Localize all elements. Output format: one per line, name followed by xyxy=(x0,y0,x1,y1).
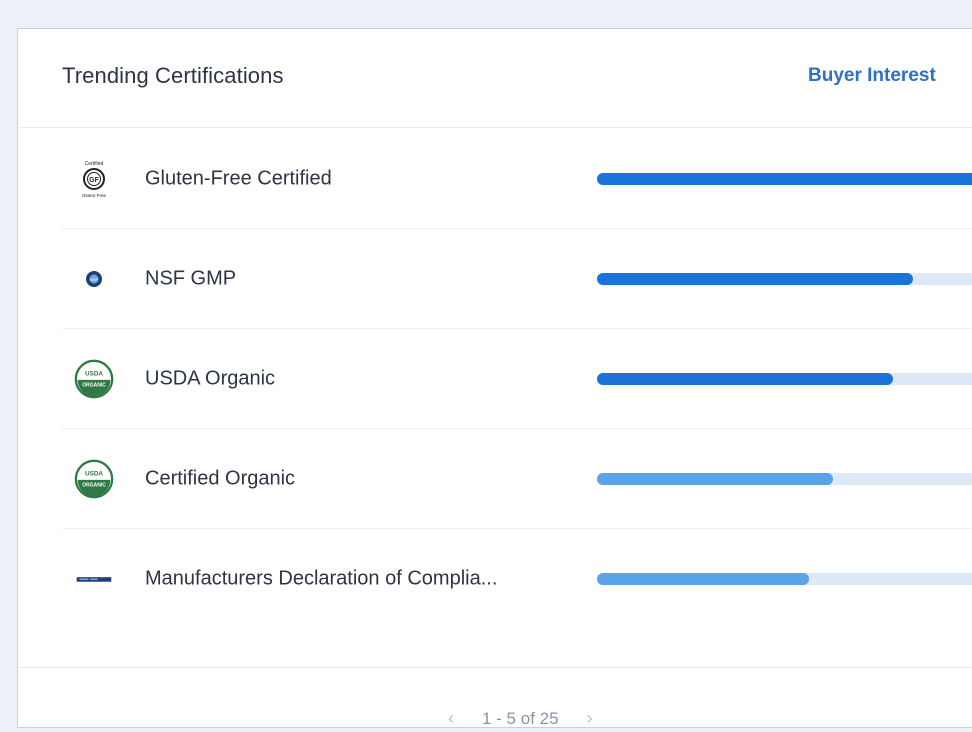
svg-text:Certified: Certified xyxy=(85,161,104,167)
certification-label: NSF GMP xyxy=(145,267,237,289)
svg-text:USDA: USDA xyxy=(85,470,103,477)
gluten-free-icon: Certified GF Gluten-Free xyxy=(74,159,114,199)
pagination-range: 1 - 5 of 25 xyxy=(482,708,559,728)
interest-bar xyxy=(597,472,972,485)
declaration-icon xyxy=(74,559,114,599)
certification-label: Certified Organic xyxy=(145,467,296,489)
svg-text:GF: GF xyxy=(89,177,99,184)
svg-text:ORGANIC: ORGANIC xyxy=(82,382,106,388)
buyer-interest-link[interactable]: Buyer Interest xyxy=(808,65,936,87)
certification-label: Gluten-Free Certified xyxy=(145,167,332,189)
interest-bar-fill xyxy=(597,572,809,585)
usda-organic-icon: USDA ORGANIC xyxy=(74,459,114,499)
trending-certifications-card: Trending Certifications Buyer Interest C… xyxy=(17,28,972,728)
certification-label: USDA Organic xyxy=(145,367,276,389)
interest-bar xyxy=(597,372,972,385)
interest-bar-fill xyxy=(597,372,893,385)
interest-bar xyxy=(597,272,972,285)
svg-text:NSF: NSF xyxy=(90,277,99,282)
nsf-gmp-icon: NSF xyxy=(74,259,114,299)
interest-bar xyxy=(597,572,972,585)
svg-text:Gluten-Free: Gluten-Free xyxy=(82,193,107,198)
interest-bar-fill xyxy=(597,272,913,285)
chevron-left-icon[interactable]: ‹ xyxy=(448,708,454,727)
interest-bar-fill xyxy=(597,172,972,185)
card-title: Trending Certifications xyxy=(62,63,284,88)
interest-bar xyxy=(597,172,972,185)
interest-bar-fill xyxy=(597,472,833,485)
list-item[interactable]: Manufacturers Declaration of Complia... xyxy=(62,529,972,628)
list-item[interactable]: Certified GF Gluten-Free Gluten-Free Cer… xyxy=(62,129,972,229)
card-header: Trending Certifications Buyer Interest xyxy=(18,29,972,128)
svg-text:USDA: USDA xyxy=(85,370,103,377)
list-item[interactable]: USDA ORGANIC Certified Organic xyxy=(62,429,972,529)
svg-text:ORGANIC: ORGANIC xyxy=(82,482,106,488)
list-item[interactable]: USDA ORGANIC USDA Organic xyxy=(62,329,972,429)
chevron-right-icon[interactable]: › xyxy=(587,708,593,727)
usda-organic-icon: USDA ORGANIC xyxy=(74,359,114,399)
pagination: ‹ 1 - 5 of 25 › xyxy=(448,708,593,728)
pagination-bar: ‹ 1 - 5 of 25 › xyxy=(18,667,972,728)
certification-label: Manufacturers Declaration of Complia... xyxy=(145,567,498,589)
list-item[interactable]: NSF NSF GMP xyxy=(62,229,972,329)
